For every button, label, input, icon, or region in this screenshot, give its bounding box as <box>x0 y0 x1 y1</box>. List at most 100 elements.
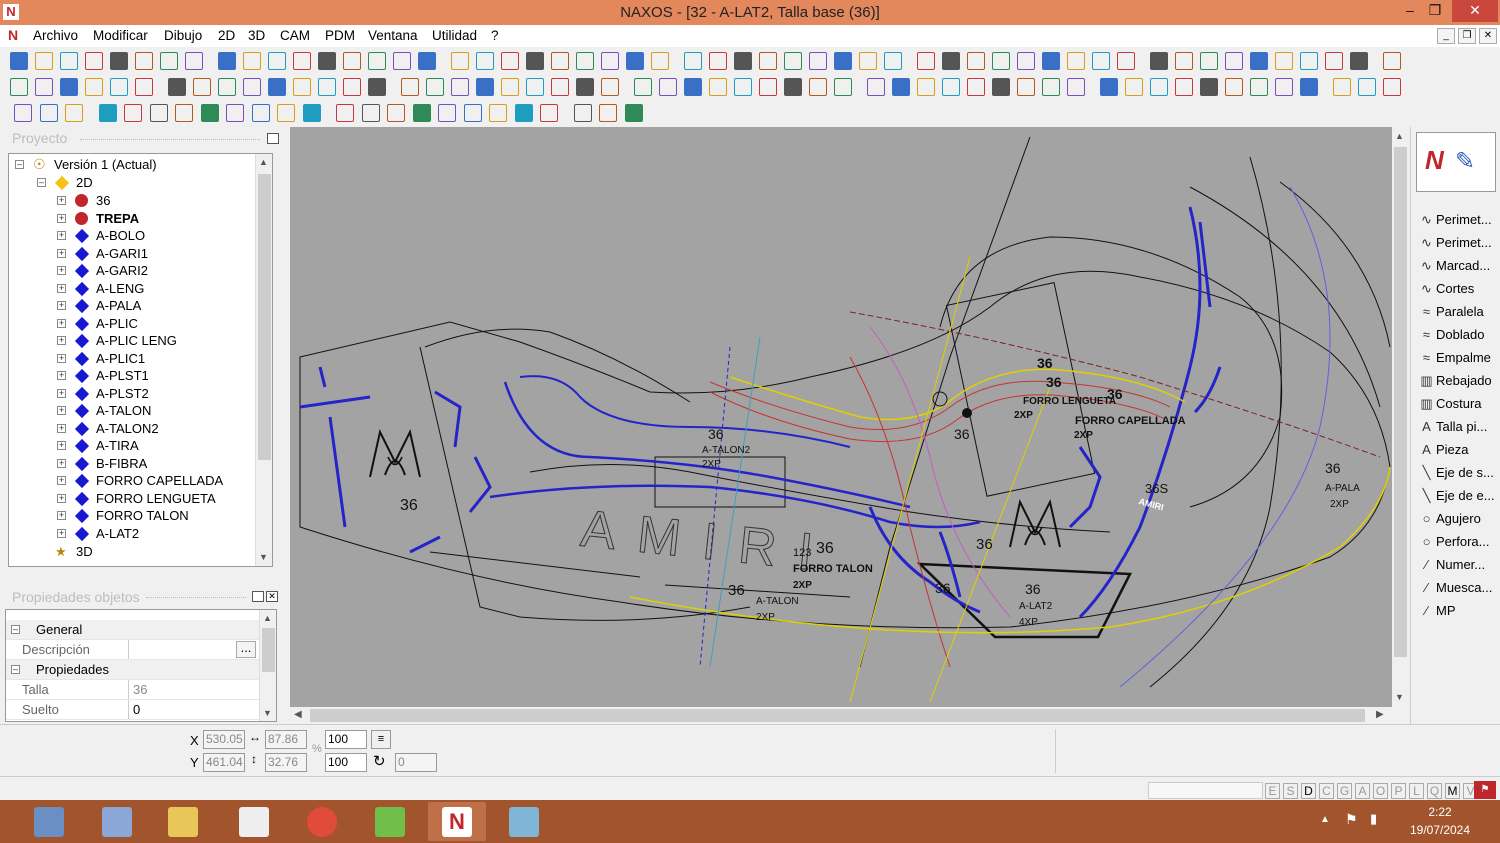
tool-item[interactable]: ≈ Paralela <box>1417 301 1499 323</box>
toolbar2-tool-icon[interactable] <box>892 78 910 96</box>
toolbar2-tool-icon[interactable] <box>168 78 186 96</box>
toolbar1-tool-icon[interactable] <box>684 52 702 70</box>
mdi-restore-button[interactable]: ❐ <box>1458 28 1476 44</box>
toolbar1-tool-icon[interactable] <box>759 52 777 70</box>
scroll-down-icon[interactable]: ▼ <box>1395 692 1404 702</box>
scroll-up-icon[interactable]: ▲ <box>259 157 268 167</box>
maximize-button[interactable]: ❐ <box>1418 0 1452 22</box>
toolbar3-tool-icon[interactable] <box>624 104 643 122</box>
toolbar1-tool-icon[interactable] <box>734 52 752 70</box>
toolbar1-tool-icon[interactable] <box>268 52 286 70</box>
toolbar3-tool-icon[interactable] <box>489 104 507 122</box>
tool-item[interactable]: ▥ Rebajado <box>1417 370 1499 392</box>
toolbar1-tool-icon[interactable] <box>1150 52 1168 70</box>
toolbar2-tool-icon[interactable] <box>35 78 53 96</box>
toolbar1-tool-icon[interactable] <box>1117 52 1135 70</box>
prop-group-general[interactable]: – General <box>6 620 259 640</box>
clock-date[interactable]: 19/07/2024 <box>1400 823 1480 837</box>
toolbar1-tool-icon[interactable] <box>809 52 827 70</box>
toolbar1-tool-icon[interactable] <box>576 52 594 70</box>
expand-icon[interactable]: + <box>57 493 66 503</box>
scroll-left-icon[interactable]: ◀ <box>294 709 302 720</box>
toolbar1-tool-icon[interactable] <box>85 52 103 70</box>
expand-icon[interactable]: + <box>57 528 66 538</box>
taskbar-naxos[interactable]: N <box>428 802 486 841</box>
menu-3d[interactable]: 3D <box>248 28 265 43</box>
toolbar1-tool-icon[interactable] <box>110 52 128 70</box>
scroll-down-icon[interactable]: ▼ <box>259 552 268 562</box>
toolbar2-tool-icon[interactable] <box>1150 78 1168 96</box>
height-field[interactable]: 32.76 <box>265 753 307 772</box>
toolbar1-tool-icon[interactable] <box>1300 52 1318 70</box>
toolbar2-tool-icon[interactable] <box>426 78 444 96</box>
expand-icon[interactable]: + <box>57 441 66 450</box>
tool-item[interactable]: ∕ Numer... <box>1417 554 1499 576</box>
taskbar-calculator[interactable] <box>20 802 78 841</box>
tool-item[interactable]: ∕ Muesca... <box>1417 577 1499 599</box>
toolbar1-tool-icon[interactable] <box>1325 52 1343 70</box>
collapse-icon[interactable]: – <box>11 625 20 634</box>
toolbar3-tool-icon[interactable] <box>412 104 431 122</box>
tool-item[interactable]: ╲ Eje de s... <box>1417 462 1499 484</box>
project-pin-icon[interactable] <box>267 133 279 144</box>
clock-time[interactable]: 2:22 <box>1400 805 1480 819</box>
canvas-vscroll-thumb[interactable] <box>1394 147 1407 657</box>
expand-icon[interactable]: + <box>57 318 66 328</box>
expand-icon[interactable]: + <box>57 336 66 345</box>
tray-chevron-icon[interactable]: ▲ <box>1320 814 1330 825</box>
toolbar2-tool-icon[interactable] <box>867 78 885 96</box>
width-field[interactable]: 87.86 <box>265 730 307 749</box>
tree-scroll-thumb[interactable] <box>258 174 271 460</box>
toolbar3-tool-icon[interactable] <box>251 104 270 122</box>
toolbar3-tool-icon[interactable] <box>277 104 295 122</box>
toolbar1-tool-icon[interactable] <box>551 52 569 70</box>
toolbar1-tool-icon[interactable] <box>160 52 178 70</box>
toolbar2-tool-icon[interactable] <box>135 78 153 96</box>
drawing-canvas[interactable]: AMIRI 36 36 A-TALON2 2XP 123 36 FORRO TA… <box>290 127 1392 707</box>
toolbar2-tool-icon[interactable] <box>1042 78 1060 96</box>
tool-item[interactable]: ∿ Cortes <box>1417 278 1499 300</box>
toolbar2-tool-icon[interactable] <box>318 78 336 96</box>
close-button[interactable]: ✕ <box>1452 0 1498 22</box>
prop-row-talla[interactable]: Talla 36 <box>6 680 259 700</box>
toolbar2-tool-icon[interactable] <box>942 78 960 96</box>
toolbar1-tool-icon[interactable] <box>1200 52 1218 70</box>
collapse-icon[interactable]: – <box>37 178 46 187</box>
toolbar3-tool-icon[interactable] <box>175 104 193 122</box>
toolbar2-tool-icon[interactable] <box>110 78 128 96</box>
expand-icon[interactable]: + <box>57 406 66 415</box>
scroll-up-icon[interactable]: ▲ <box>263 613 272 623</box>
tool-item[interactable]: ▥ Costura <box>1417 393 1499 415</box>
toolbar3-tool-icon[interactable] <box>200 104 219 122</box>
toolbar1-tool-icon[interactable] <box>526 52 544 70</box>
toolbar1-tool-icon[interactable] <box>1042 52 1060 70</box>
toolbar2-tool-icon[interactable] <box>1175 78 1193 96</box>
toolbar1-tool-icon[interactable] <box>501 52 519 70</box>
status-mode-toggle[interactable]: C <box>1319 783 1334 799</box>
toolbar2-tool-icon[interactable] <box>218 78 236 96</box>
toolbar3-tool-icon[interactable] <box>124 104 142 122</box>
mdi-minimize-button[interactable]: _ <box>1437 28 1455 44</box>
toolbar1-tool-icon[interactable] <box>451 52 469 70</box>
toolbar3-tool-icon[interactable] <box>39 104 58 122</box>
toolbar2-tool-icon[interactable] <box>1358 78 1376 96</box>
prop-suelto-value[interactable]: 0 <box>128 700 259 719</box>
x-coordinate-field[interactable]: 530.05 <box>203 730 245 749</box>
expand-icon[interactable]: + <box>57 371 66 380</box>
scale-lock-icon[interactable]: ≡ <box>371 730 391 749</box>
toolbar2-tool-icon[interactable] <box>551 78 569 96</box>
project-tree[interactable]: – ☉ Versión 1 (Actual) – 2D +36 + TREPA + A-… <box>8 153 273 567</box>
properties-scroll-thumb[interactable] <box>262 628 275 672</box>
status-mode-toggle[interactable]: O <box>1373 783 1388 799</box>
toolbar2-tool-icon[interactable] <box>1275 78 1293 96</box>
tool-item[interactable]: ∿ Perimet... <box>1417 232 1499 254</box>
expand-icon[interactable]: + <box>57 458 66 468</box>
mdi-close-button[interactable]: ✕ <box>1479 28 1497 44</box>
tool-item[interactable]: ○ Perfora... <box>1417 531 1499 553</box>
toolbar1-tool-icon[interactable] <box>1250 52 1268 70</box>
toolbar2-tool-icon[interactable] <box>809 78 827 96</box>
toolbar1-tool-icon[interactable] <box>784 52 802 70</box>
canvas-vertical-scrollbar[interactable]: ▲ ▼ <box>1392 127 1409 707</box>
prop-row-suelto[interactable]: Suelto 0 <box>6 700 259 720</box>
toolbar1-tool-icon[interactable] <box>884 52 902 70</box>
